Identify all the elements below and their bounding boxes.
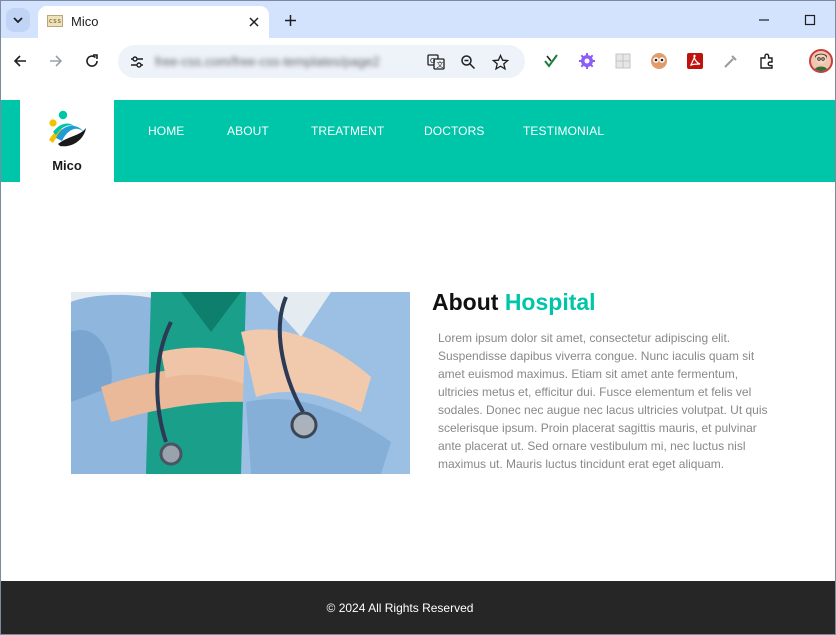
nav-about-link[interactable]: ABOUT [227, 124, 269, 138]
copyright-text: © 2024 All Rights Reserved [326, 601, 474, 615]
address-bar[interactable]: free-css.com/free-css-templates/page2 G文 [118, 45, 525, 78]
back-arrow-icon [13, 55, 26, 67]
web-page: HOME ABOUT TREATMENT DOCTORS TESTIMONIAL… [0, 84, 836, 635]
chevron-down-icon [13, 17, 23, 24]
nav-testimonial-link[interactable]: TESTIMONIAL [523, 124, 604, 138]
bookmark-button[interactable] [489, 51, 511, 73]
site-favicon-icon: css [47, 15, 63, 27]
tune-icon [131, 56, 143, 68]
browser-tab-active[interactable]: css Mico [38, 6, 269, 39]
reload-button[interactable] [80, 49, 104, 73]
extension-grid-icon[interactable] [612, 50, 634, 72]
forward-arrow-icon [50, 55, 63, 67]
site-logo[interactable]: Mico [20, 100, 114, 182]
browser-toolbar: free-css.com/free-css-templates/page2 G文 [0, 38, 836, 84]
about-heading-main: About [432, 289, 499, 315]
extension-gear-icon[interactable] [576, 50, 598, 72]
site-footer: © 2024 All Rights Reserved [1, 581, 835, 634]
about-heading-accent: Hospital [504, 289, 596, 315]
about-heading: About Hospital [432, 289, 596, 316]
nav-home-link[interactable]: HOME [148, 124, 184, 138]
extensions-button[interactable] [756, 50, 778, 72]
puzzle-icon [760, 53, 773, 69]
extension-checkmark-icon[interactable] [540, 50, 562, 72]
extension-eyedropper-icon[interactable] [720, 50, 742, 72]
reload-icon [86, 54, 98, 67]
brand-name: Mico [52, 158, 82, 173]
tab-search-button[interactable] [6, 8, 30, 32]
maximize-icon [804, 14, 816, 26]
about-doctors-image [71, 292, 410, 474]
tab-close-button[interactable] [245, 13, 263, 31]
site-info-button[interactable] [126, 51, 148, 73]
forward-button[interactable] [44, 49, 68, 73]
profile-avatar[interactable] [809, 49, 833, 73]
svg-text:文: 文 [437, 60, 444, 69]
doctors-stethoscope-image [71, 292, 410, 474]
tab-title: Mico [71, 14, 99, 29]
site-header: HOME ABOUT TREATMENT DOCTORS TESTIMONIAL [1, 100, 835, 182]
url-text: free-css.com/free-css-templates/page2 [155, 54, 380, 69]
extension-pdf-icon[interactable] [684, 50, 706, 72]
svg-text:G: G [430, 57, 435, 65]
browser-tab-bar: css Mico [0, 0, 836, 39]
translate-button[interactable]: G文 [425, 51, 447, 73]
extension-owl-icon[interactable] [648, 50, 670, 72]
nav-doctors-link[interactable]: DOCTORS [424, 124, 484, 138]
close-icon [249, 17, 259, 27]
logo-icon [49, 110, 86, 147]
new-tab-button[interactable] [280, 10, 300, 30]
zoom-button[interactable] [457, 51, 479, 73]
avatar-icon [814, 53, 828, 71]
maximize-button[interactable] [800, 10, 820, 30]
translate-icon: G文 [427, 54, 445, 70]
star-icon [491, 53, 509, 70]
nav-treatment-link[interactable]: TREATMENT [311, 124, 384, 138]
minimize-button[interactable] [754, 10, 774, 30]
plus-icon [284, 14, 296, 26]
about-paragraph: Lorem ipsum dolor sit amet, consectetur … [438, 331, 768, 471]
minimize-icon [759, 19, 769, 21]
back-button[interactable] [8, 49, 32, 73]
zoom-icon [461, 55, 476, 70]
